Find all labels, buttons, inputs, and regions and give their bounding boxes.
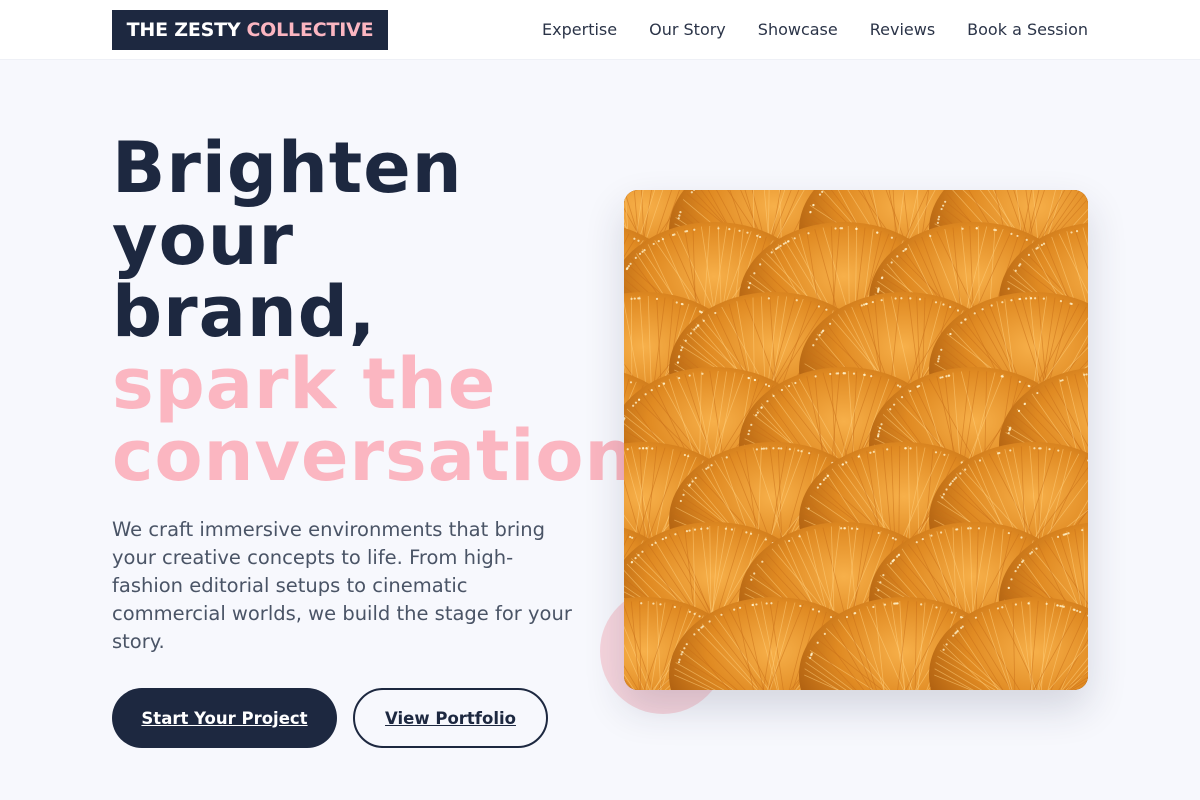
start-project-button[interactable]: Start Your Project	[112, 688, 337, 748]
nav-link-showcase[interactable]: Showcase	[758, 20, 838, 39]
nav-link-our-story[interactable]: Our Story	[649, 20, 726, 39]
hero-image	[624, 190, 1088, 690]
hero-description: We craft immersive environments that bri…	[112, 518, 572, 653]
main-nav: Expertise Our Story Showcase Reviews Boo…	[542, 0, 1088, 58]
logo-accent-text: COLLECTIVE	[246, 19, 374, 41]
logo-main-text: THE ZESTY	[126, 19, 241, 41]
view-portfolio-button[interactable]: View Portfolio	[353, 688, 548, 748]
nav-link-expertise[interactable]: Expertise	[542, 20, 617, 39]
brand-logo[interactable]: THE ZESTY COLLECTIVE	[112, 10, 388, 50]
top-navigation-bar: THE ZESTY COLLECTIVE Expertise Our Story …	[0, 0, 1200, 60]
orange-bristles-image	[624, 190, 1088, 690]
nav-link-reviews[interactable]: Reviews	[870, 20, 935, 39]
nav-link-book-session[interactable]: Book a Session	[967, 20, 1088, 39]
